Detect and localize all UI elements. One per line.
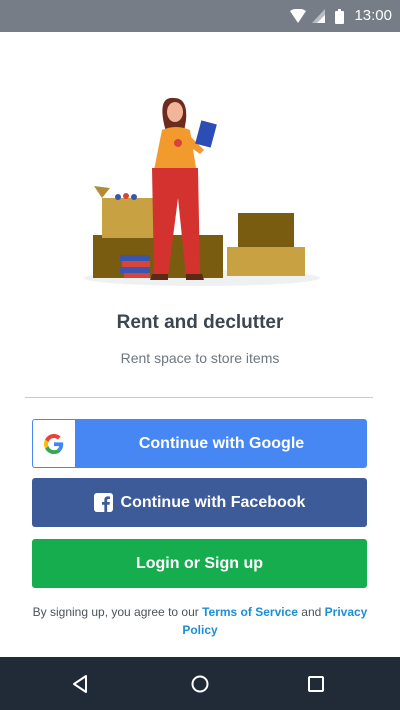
status-bar: 13:00 [0, 0, 400, 32]
navigation-bar [0, 657, 400, 710]
terms-text: By signing up, you agree to our Terms of… [30, 603, 370, 639]
google-logo-container [33, 420, 75, 467]
back-icon[interactable] [70, 674, 90, 694]
google-button-label: Continue with Google [138, 434, 305, 452]
woman-with-boxes-illustration [80, 88, 320, 288]
terms-prefix: By signing up, you agree to our [32, 605, 199, 619]
facebook-icon [93, 493, 113, 512]
page-title: Rent and declutter [116, 312, 284, 333]
wifi-icon [290, 9, 306, 23]
login-signup-button[interactable]: Login or Sign up [32, 539, 367, 588]
signal-icon [312, 9, 325, 23]
battery-icon [335, 9, 344, 24]
continue-with-facebook-button[interactable]: Continue with Facebook [32, 478, 367, 527]
home-icon[interactable] [190, 674, 210, 694]
recents-icon[interactable] [306, 674, 326, 694]
continue-with-google-button[interactable]: Continue with Google [32, 419, 367, 468]
login-button-label: Login or Sign up [135, 554, 264, 572]
facebook-button-label: Continue with Facebook [120, 493, 306, 511]
google-icon [44, 433, 64, 454]
status-time: 13:00 [354, 7, 392, 24]
divider [25, 397, 373, 398]
terms-and: and [301, 605, 322, 619]
terms-of-service-link[interactable]: Terms of Service [202, 605, 298, 619]
page-subtitle: Rent space to store items [120, 350, 280, 366]
